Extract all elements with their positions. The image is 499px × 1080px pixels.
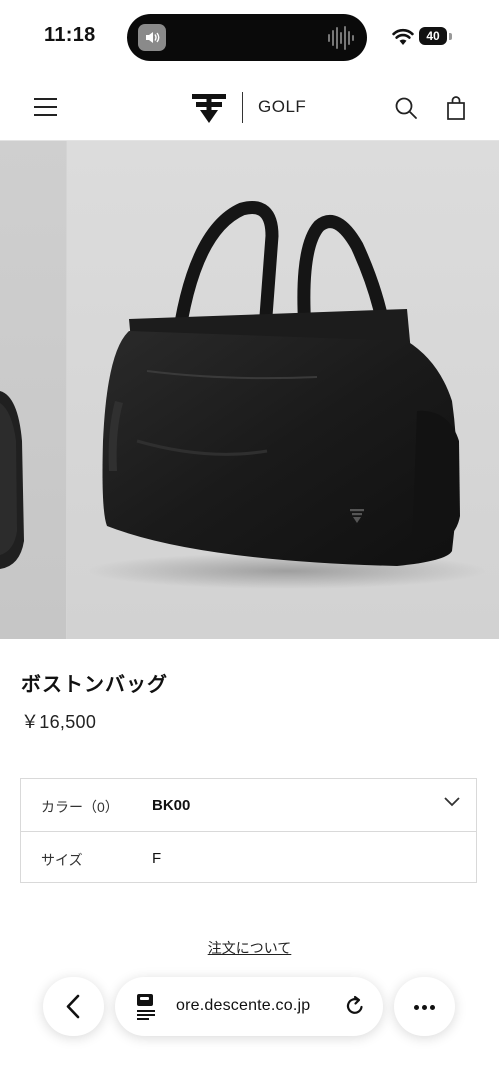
product-options: カラー（0） BK00 サイズ F	[20, 778, 477, 883]
more-dot-icon	[414, 1005, 419, 1010]
audio-wave-icon	[328, 26, 354, 50]
descente-logo[interactable]	[192, 92, 226, 124]
color-option-row[interactable]: カラー（0） BK00	[21, 779, 476, 832]
browser-back-button[interactable]	[43, 977, 104, 1036]
battery-tip	[449, 33, 452, 40]
wifi-icon	[392, 29, 414, 45]
shopping-bag-icon[interactable]	[445, 96, 467, 120]
logo-divider	[242, 92, 243, 123]
size-label: サイズ	[41, 852, 83, 868]
reload-icon[interactable]	[344, 995, 366, 1017]
hamburger-menu-icon[interactable]	[34, 97, 57, 117]
order-info-link[interactable]: 注文について	[0, 938, 499, 958]
product-gallery[interactable]	[0, 141, 499, 639]
address-bar[interactable]: ore.descente.co.jp	[115, 977, 383, 1036]
url-text: ore.descente.co.jp	[176, 997, 311, 1014]
status-bar: 11:18 40	[0, 0, 499, 76]
page-menu-icon[interactable]	[134, 990, 158, 1022]
site-header: GOLF	[0, 76, 499, 141]
color-value: BK00	[152, 797, 191, 814]
more-dot-icon	[422, 1005, 427, 1010]
more-dot-icon	[430, 1005, 435, 1010]
status-time: 11:18	[44, 24, 96, 46]
chevron-down-icon[interactable]	[443, 796, 461, 808]
search-icon[interactable]	[394, 96, 418, 120]
product-name: ボストンバッグ	[21, 674, 168, 696]
size-option-row: サイズ F	[21, 832, 476, 884]
product-image-boston-bag[interactable]	[67, 141, 499, 639]
dynamic-island	[127, 14, 367, 61]
size-value: F	[152, 850, 162, 867]
previous-product-image[interactable]	[0, 141, 66, 639]
speaker-icon	[138, 24, 166, 51]
brand-label[interactable]: GOLF	[258, 97, 306, 117]
battery-indicator: 40	[419, 27, 447, 45]
product-price: ￥16,500	[21, 712, 97, 732]
chevron-left-icon	[66, 994, 80, 1019]
more-options-button[interactable]	[394, 977, 455, 1036]
color-label: カラー（0）	[41, 799, 119, 815]
